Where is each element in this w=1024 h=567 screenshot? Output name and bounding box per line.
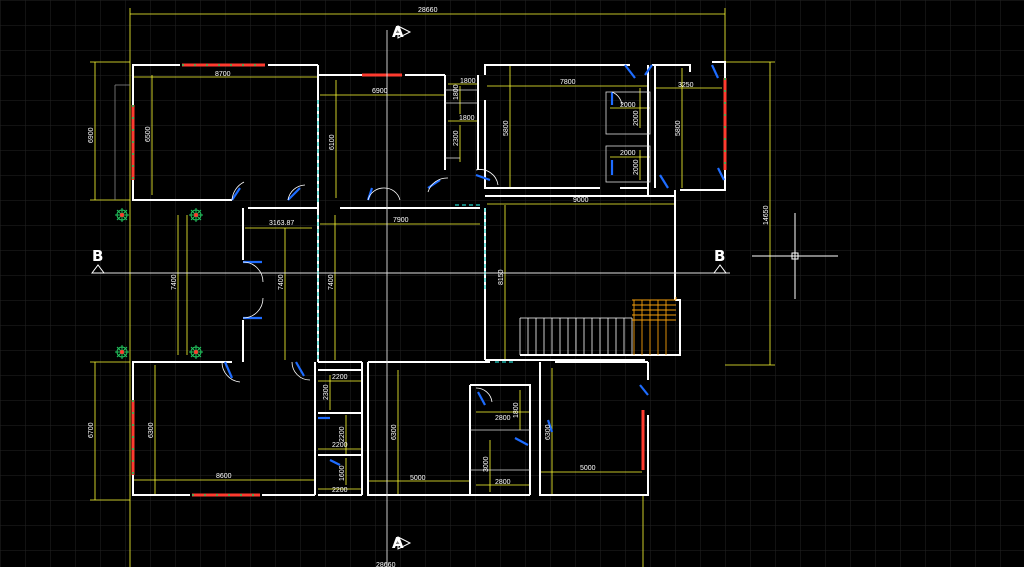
dim-closet-h2: 2000 xyxy=(633,159,640,175)
dim-small-b: 1800 xyxy=(453,84,460,100)
tree-icon xyxy=(115,208,129,222)
dim-porch-h1: 7400 xyxy=(171,274,178,290)
dim-small-a: 1800 xyxy=(460,78,476,85)
dim-porch-h2: 7400 xyxy=(278,274,285,290)
dim-overall-top: 28660 xyxy=(418,7,438,14)
dim-room-tl-height: 6500 xyxy=(145,126,152,142)
dim-hall-width: 7900 xyxy=(393,217,409,224)
dim-porch-width: 3163.87 xyxy=(269,220,294,227)
dim-room-tr-height: 5800 xyxy=(675,120,682,136)
section-mark-a-top: A xyxy=(392,23,404,41)
dim-closet-h1: 2000 xyxy=(633,110,640,126)
dim-bath-w3: 2200 xyxy=(332,487,348,494)
dim-left-top: 6900 xyxy=(88,127,95,143)
dim-room-bl-height: 6300 xyxy=(148,422,155,438)
dim-room-br-height: 6300 xyxy=(545,424,552,440)
dim-porch-h3: 7400 xyxy=(328,274,335,290)
dim-wc-h1: 1800 xyxy=(513,402,520,418)
tree-icon xyxy=(115,345,129,359)
dim-wc-w1: 2800 xyxy=(495,415,511,422)
dim-room-br-width: 5000 xyxy=(580,465,596,472)
dim-room-bl-width: 8600 xyxy=(216,473,232,480)
dim-bath-w2: 2200 xyxy=(332,442,348,449)
dim-room-bm-width: 5000 xyxy=(410,475,426,482)
tree-icon xyxy=(189,345,203,359)
cad-drawing-viewport[interactable]: A A B B 28660 28660 14650 6900 6700 8700… xyxy=(0,0,1024,567)
dim-wc-h2: 3000 xyxy=(483,456,490,472)
dim-room-bm-height: 6300 xyxy=(391,424,398,440)
model-space-grid xyxy=(0,0,1024,567)
dim-room-tr-width: 3250 xyxy=(678,82,694,89)
dim-room-tl-width: 8700 xyxy=(215,71,231,78)
dim-bath-w1: 2200 xyxy=(332,374,348,381)
dim-room-tm-width: 7800 xyxy=(560,79,576,86)
dim-left-bottom: 6700 xyxy=(88,422,95,438)
dim-wc-w2: 2800 xyxy=(495,479,511,486)
dim-room-tm-height: 5800 xyxy=(503,120,510,136)
dim-stair-width: 9000 xyxy=(573,197,589,204)
tree-icon xyxy=(189,208,203,222)
dim-closet-w1: 2000 xyxy=(620,102,636,109)
dim-small-d: 2300 xyxy=(453,130,460,146)
dim-stair-height: 8150 xyxy=(498,269,505,285)
dim-center-height: 6100 xyxy=(329,134,336,150)
dim-bath-h1: 2300 xyxy=(323,384,330,400)
dim-bath-h3: 1600 xyxy=(339,465,346,481)
dim-overall-right: 14650 xyxy=(763,205,770,225)
section-mark-b-right: B xyxy=(714,247,725,265)
section-mark-a-bottom: A xyxy=(392,534,404,552)
dim-closet-w2: 2000 xyxy=(620,150,636,157)
section-mark-b-left: B xyxy=(92,247,103,265)
dim-bath-h2: 2200 xyxy=(339,426,346,442)
dim-overall-bottom: 28660 xyxy=(376,562,396,567)
dim-corridor-top: 6900 xyxy=(372,88,388,95)
dim-small-c: 1800 xyxy=(459,115,475,122)
